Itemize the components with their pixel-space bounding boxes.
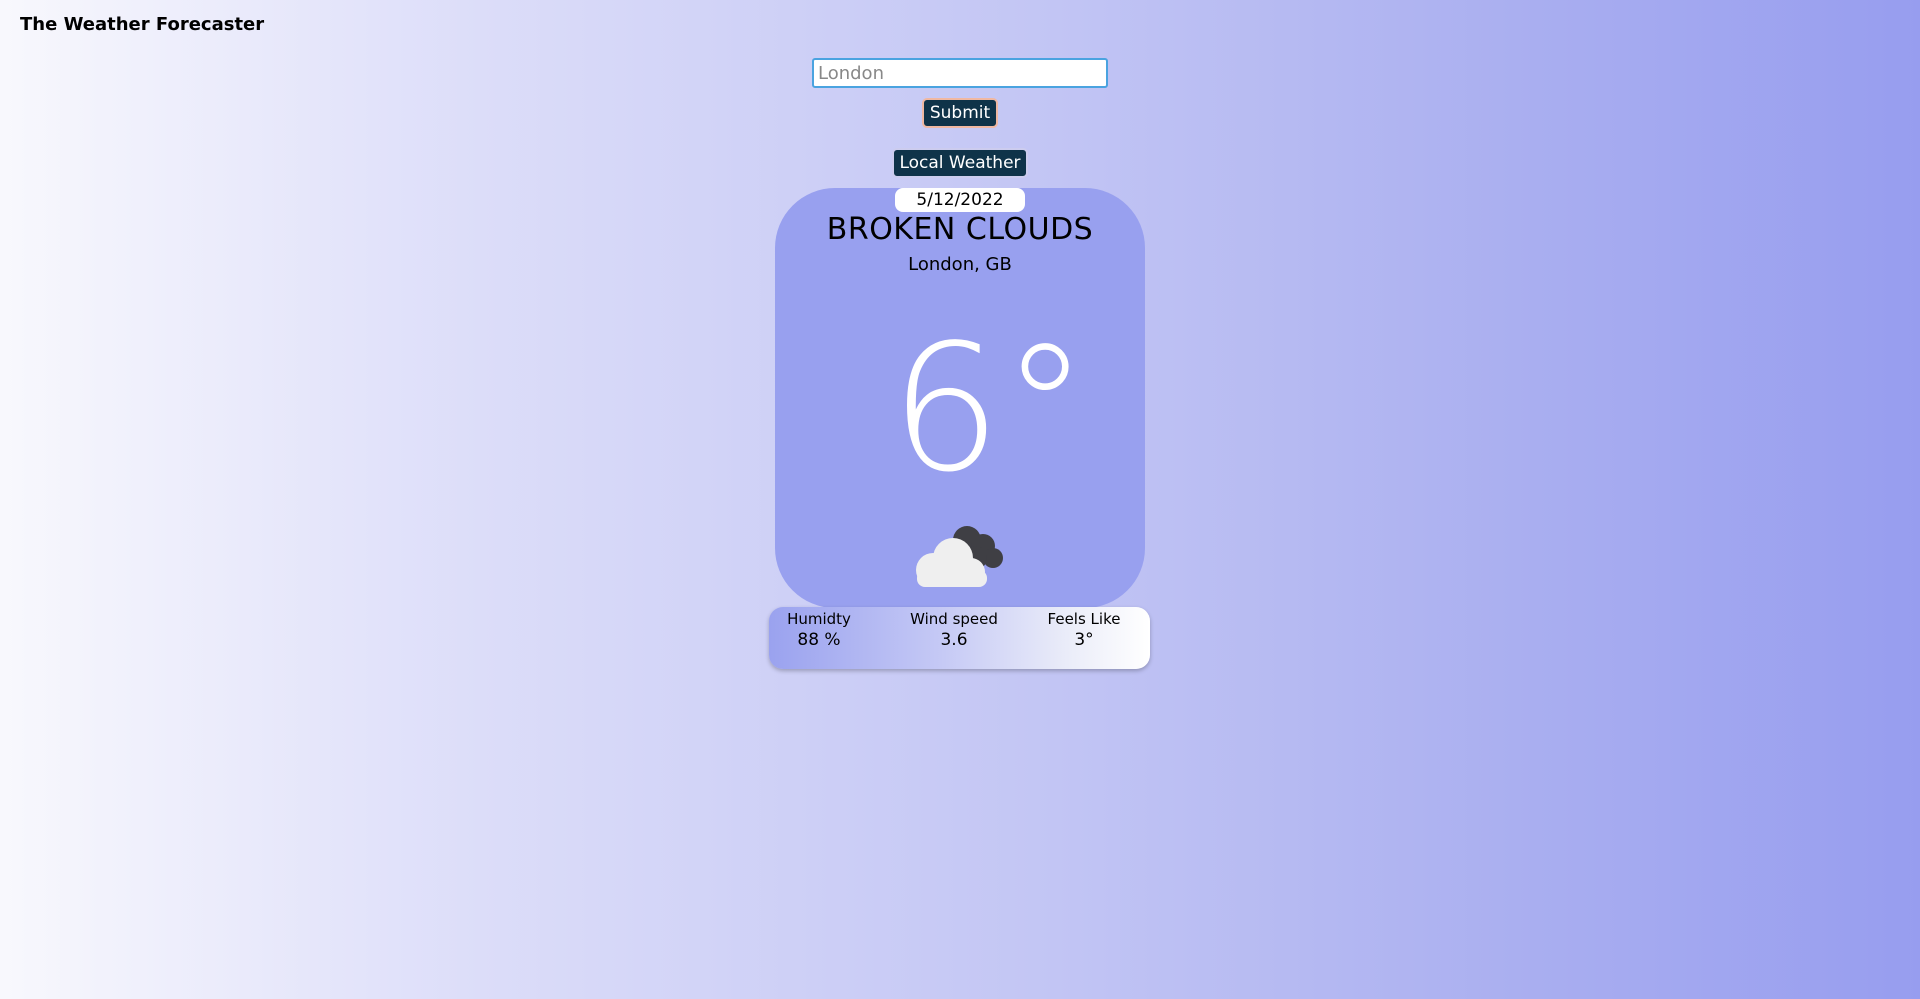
- app-title: The Weather Forecaster: [20, 14, 265, 35]
- wind-speed-value: 3.6: [940, 630, 968, 650]
- feels-like-stat: Feels Like 3°: [1034, 607, 1134, 650]
- weather-stats-bar: Humidty 88 % Wind speed 3.6 Feels Like 3…: [769, 607, 1150, 669]
- broken-clouds-icon: [916, 526, 1003, 587]
- feels-like-value: 3°: [1074, 630, 1094, 650]
- submit-button[interactable]: Submit: [922, 98, 998, 128]
- humidity-label: Humidty: [787, 610, 851, 628]
- wind-speed-label: Wind speed: [910, 610, 998, 628]
- wind-speed-stat: Wind speed 3.6: [899, 607, 1009, 650]
- city-search-input[interactable]: [812, 58, 1108, 88]
- weather-condition: BROKEN CLOUDS: [826, 212, 1094, 247]
- temperature-value: 6°: [890, 308, 1089, 511]
- feels-like-label: Feels Like: [1047, 610, 1121, 628]
- date-badge: 5/12/2022: [895, 188, 1025, 212]
- local-weather-button[interactable]: Local Weather: [892, 148, 1028, 178]
- humidity-value: 88 %: [797, 630, 841, 650]
- weather-location: London, GB: [908, 254, 1012, 275]
- humidity-stat: Humidty 88 %: [769, 607, 869, 650]
